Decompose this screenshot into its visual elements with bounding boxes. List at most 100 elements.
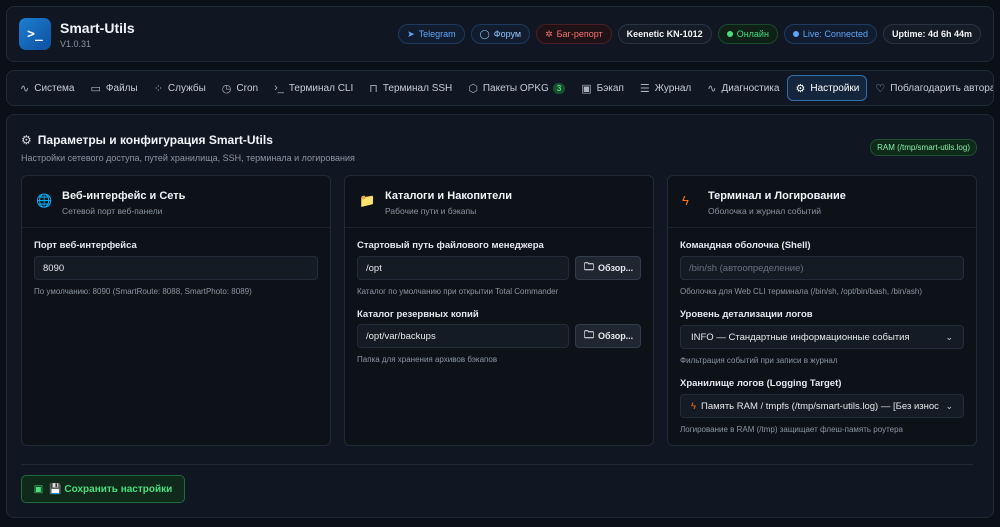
tab-settings[interactable]: ⚙ Настройки bbox=[787, 75, 868, 101]
telegram-icon: ➤ bbox=[407, 28, 415, 39]
log-level-select[interactable]: INFO — Стандартные информационные событи… bbox=[680, 325, 964, 349]
heart-icon: ♡ bbox=[875, 82, 886, 95]
main-tabs: ∿ Система ▭ Файлы ⁘ Службы ◷ Cron ›_ Терминал… bbox=[6, 70, 994, 106]
tab-system[interactable]: ∿ Система bbox=[12, 75, 83, 101]
tab-label: Система bbox=[34, 82, 75, 94]
package-icon: ⬡ bbox=[468, 82, 478, 95]
backup-dir-hint: Папка для хранения архивов бэкапов bbox=[357, 355, 498, 364]
terminal-icon: ›_ bbox=[274, 82, 284, 94]
chevron-down-icon: ⌄ bbox=[945, 331, 953, 342]
fm-browse-button[interactable]: 🗀 Обзор... bbox=[575, 256, 641, 280]
bug-report-link[interactable]: ✲ Баг-репорт bbox=[536, 24, 612, 44]
tab-label: Настройки bbox=[810, 82, 860, 94]
tab-label: Поблагодарить автора bbox=[890, 82, 994, 94]
folder-open-icon: 🗀 bbox=[584, 261, 594, 273]
lock-icon: ⊓ bbox=[369, 82, 378, 95]
gear-icon: ⚙ bbox=[21, 133, 32, 147]
tab-journal[interactable]: ☰ Журнал bbox=[632, 75, 699, 101]
pulse-icon: ∿ bbox=[707, 82, 717, 95]
card-title: Терминал и Логирование bbox=[708, 190, 846, 202]
app-header: >_ Smart-Utils V1.0.31 ➤ Telegram ◯ Фору… bbox=[6, 6, 994, 62]
save-label: 💾 Сохранить настройки bbox=[49, 483, 173, 495]
backup-browse-button[interactable]: 🗀 Обзор... bbox=[575, 324, 641, 348]
app-version: V1.0.31 bbox=[60, 38, 92, 49]
tab-label: Пакеты OPKG bbox=[482, 82, 549, 94]
tab-files[interactable]: ▭ Файлы bbox=[83, 75, 146, 101]
list-icon: ☰ bbox=[639, 82, 650, 95]
fm-path-input[interactable] bbox=[357, 256, 569, 280]
pulse-icon: ∿ bbox=[20, 82, 30, 95]
shell-label: Командная оболочка (Shell) bbox=[680, 240, 811, 251]
uptime-badge: Uptime: 4d 6h 44m bbox=[882, 24, 981, 44]
chat-bubble-icon: ◯ bbox=[479, 28, 490, 39]
tab-label: Службы bbox=[167, 82, 206, 94]
footer-divider bbox=[21, 464, 973, 465]
terminal-logging-card: ϟ Терминал и Логирование Оболочка и журн… bbox=[667, 175, 977, 446]
page-title-text: Параметры и конфигурация Smart-Utils bbox=[37, 133, 273, 147]
card-subtitle: Сетевой порт веб-панели bbox=[62, 206, 163, 216]
tab-label: Журнал bbox=[654, 82, 692, 94]
web-network-card: 🌐 Веб-интерфейс и Сеть Сетевой порт веб-… bbox=[21, 175, 331, 446]
globe-icon: 🌐 bbox=[36, 193, 53, 208]
shell-hint: Оболочка для Web CLI терминала (/bin/sh,… bbox=[680, 287, 922, 296]
folder-icon: ▭ bbox=[90, 82, 101, 95]
card-title: Веб-интерфейс и Сеть bbox=[62, 190, 186, 202]
tab-label: Бэкап bbox=[596, 82, 624, 94]
tab-services[interactable]: ⁘ Службы bbox=[146, 75, 214, 101]
device-badge: Keenetic KN-1012 bbox=[617, 24, 712, 44]
clock-icon: ◷ bbox=[221, 82, 232, 95]
shell-input[interactable] bbox=[680, 256, 964, 280]
tab-label: Cron bbox=[236, 82, 259, 94]
log-target-value: ϟ Память RAM / tmpfs (/tmp/smart-utils.lo… bbox=[691, 401, 939, 412]
card-divider bbox=[22, 227, 330, 228]
port-hint: По умолчанию: 8090 (SmartRoute: 8088, Sm… bbox=[34, 287, 252, 296]
save-icon: ▣ bbox=[581, 82, 592, 95]
browse-label: Обзор... bbox=[598, 263, 634, 273]
lightning-icon: ϟ bbox=[691, 400, 697, 412]
log-level-label: Уровень детализации логов bbox=[680, 309, 813, 320]
tab-label: Диагностика bbox=[721, 82, 780, 94]
folder-icon: 📁 bbox=[359, 193, 376, 208]
brand: Smart-Utils V1.0.31 bbox=[60, 20, 135, 49]
card-divider bbox=[668, 227, 976, 228]
page-title: ⚙ Параметры и конфигурация Smart-Utils bbox=[21, 133, 273, 147]
telegram-link[interactable]: ➤ Telegram bbox=[398, 24, 465, 44]
log-level-value: INFO — Стандартные информационные событи… bbox=[691, 331, 910, 343]
terminal-logo-icon: >_ bbox=[19, 18, 51, 50]
save-settings-button[interactable]: ▣ 💾 Сохранить настройки bbox=[21, 475, 185, 503]
lightning-icon: ϟ bbox=[682, 193, 689, 208]
tab-thank-author[interactable]: ♡ Поблагодарить автора bbox=[867, 75, 994, 101]
card-subtitle: Рабочие пути и бэкапы bbox=[385, 206, 477, 216]
online-label: Онлайн bbox=[736, 29, 769, 39]
bug-report-label: Баг-репорт bbox=[556, 29, 603, 39]
tab-terminal-cli[interactable]: ›_ Терминал CLI bbox=[266, 75, 361, 101]
log-level-hint: Фильтрация событий при записи в журнал bbox=[680, 356, 838, 365]
online-dot-icon bbox=[726, 31, 733, 37]
log-target-select[interactable]: ϟ Память RAM / tmpfs (/tmp/smart-utils.lo… bbox=[680, 394, 964, 418]
card-title: Каталоги и Накопители bbox=[385, 190, 513, 202]
tab-backup[interactable]: ▣ Бэкап bbox=[573, 75, 632, 101]
browse-label: Обзор... bbox=[598, 331, 634, 341]
chevron-down-icon: ⌄ bbox=[945, 400, 953, 411]
tab-cron[interactable]: ◷ Cron bbox=[214, 75, 266, 101]
app-title: Smart-Utils bbox=[60, 19, 135, 36]
live-label: Live: Connected bbox=[802, 29, 868, 39]
save-icon: ▣ bbox=[33, 483, 44, 495]
backup-dir-input[interactable] bbox=[357, 324, 569, 348]
tab-terminal-ssh[interactable]: ⊓ Терминал SSH bbox=[361, 75, 460, 101]
port-label: Порт веб-интерфейса bbox=[34, 240, 137, 251]
settings-panel: ⚙ Параметры и конфигурация Smart-Utils Н… bbox=[6, 114, 994, 518]
forum-link[interactable]: ◯ Форум bbox=[470, 24, 531, 44]
storage-card: 📁 Каталоги и Накопители Рабочие пути и б… bbox=[344, 175, 654, 446]
port-input[interactable] bbox=[34, 256, 318, 280]
tab-label: Терминал SSH bbox=[382, 82, 453, 94]
tab-packages-opkg[interactable]: ⬡ Пакеты OPKG 3 bbox=[460, 75, 573, 101]
online-status-badge: Онлайн bbox=[717, 24, 778, 44]
card-header: 🌐 Веб-интерфейс и Сеть Сетевой порт веб-… bbox=[36, 190, 185, 216]
packages-count-badge: 3 bbox=[552, 82, 566, 94]
fm-path-label: Стартовый путь файлового менеджера bbox=[357, 240, 544, 251]
gear-icon: ⚙ bbox=[795, 82, 806, 95]
card-subtitle: Оболочка и журнал событий bbox=[708, 206, 821, 216]
log-target-hint: Логирование в RAM (/tmp) защищает флеш-п… bbox=[680, 425, 904, 434]
tab-diagnostics[interactable]: ∿ Диагностика bbox=[699, 75, 787, 101]
